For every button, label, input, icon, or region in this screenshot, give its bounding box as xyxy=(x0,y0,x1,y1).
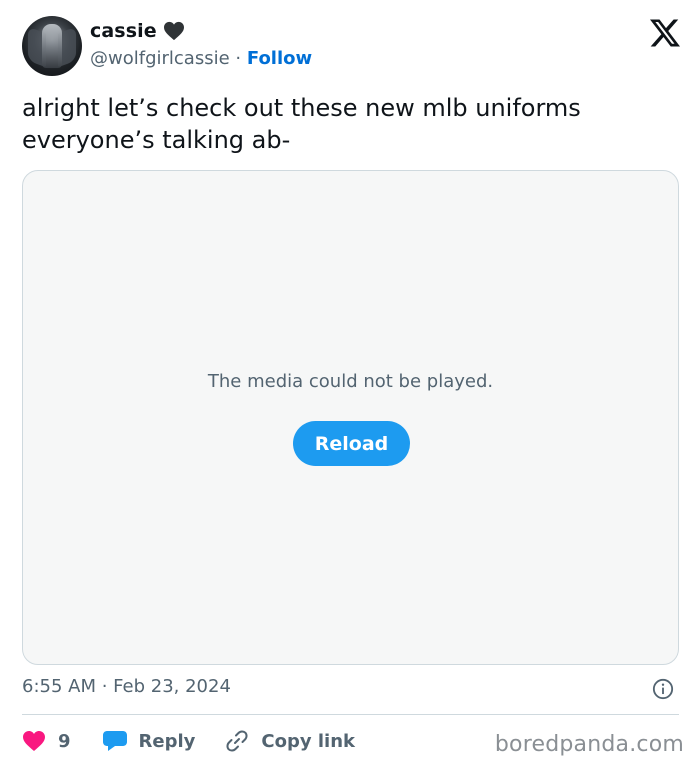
media-container: The media could not be played. Reload xyxy=(22,170,679,665)
info-icon[interactable] xyxy=(652,678,674,700)
action-bar: 9 Reply Copy link xyxy=(22,726,355,756)
avatar-art xyxy=(42,24,62,68)
watermark: boredpanda.com xyxy=(494,732,684,757)
reply-label: Reply xyxy=(138,730,196,752)
black-heart-icon xyxy=(163,21,184,41)
media-error-message: The media could not be played. xyxy=(207,371,494,392)
display-name[interactable]: cassie xyxy=(90,20,157,42)
name-row: cassie xyxy=(90,20,185,42)
handle[interactable]: @wolfgirlcassie xyxy=(90,48,230,69)
like-button[interactable]: 9 xyxy=(22,730,71,752)
copy-link-button[interactable]: Copy link xyxy=(225,729,355,753)
copy-link-label: Copy link xyxy=(261,730,355,752)
x-logo-icon[interactable] xyxy=(650,18,680,48)
tweet-text: alright let’s check out these new mlb un… xyxy=(22,94,581,154)
link-icon xyxy=(226,730,248,752)
reload-button[interactable]: Reload xyxy=(293,421,410,466)
divider xyxy=(22,714,679,715)
tweet-timestamp[interactable]: 6:55 AM · Feb 23, 2024 xyxy=(22,676,231,697)
like-count: 9 xyxy=(58,730,71,752)
follow-link[interactable]: Follow xyxy=(247,48,312,69)
handle-row: @wolfgirlcassie · Follow xyxy=(90,48,312,69)
reply-button[interactable]: Reply xyxy=(102,730,196,752)
avatar[interactable] xyxy=(22,16,82,76)
separator-dot: · xyxy=(235,48,242,69)
reply-bubble-icon xyxy=(102,731,127,751)
like-heart-icon xyxy=(23,731,45,751)
tweet-header: cassie @wolfgirlcassie · Follow xyxy=(22,16,682,78)
